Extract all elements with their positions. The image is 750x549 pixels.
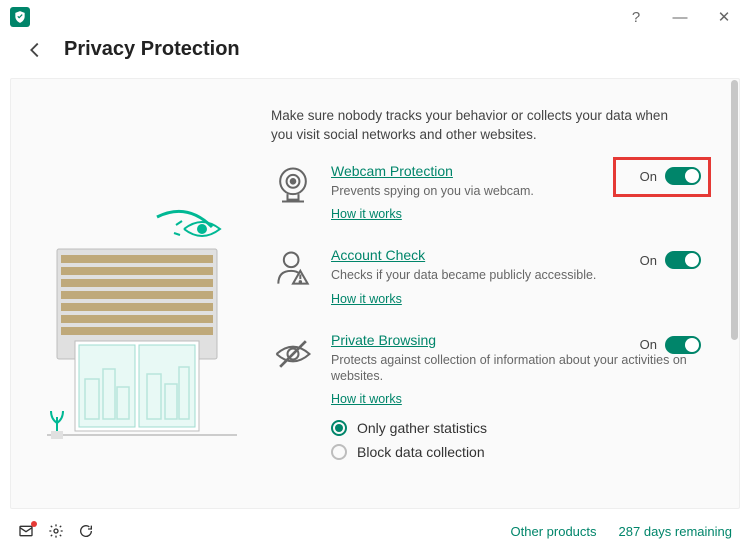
private-browsing-toggle-label: On (640, 337, 657, 352)
account-check-desc: Checks if your data became publicly acce… (331, 267, 709, 283)
page-header: Privacy Protection (0, 34, 750, 79)
webcam-how-it-works-link[interactable]: How it works (331, 207, 402, 221)
features-list: Webcam Protection Prevents spying on you… (271, 163, 709, 468)
account-check-toggle[interactable] (665, 251, 701, 269)
account-check-toggle-group: On (640, 251, 701, 269)
back-arrow-icon[interactable] (24, 39, 46, 61)
page-title: Privacy Protection (64, 38, 240, 61)
account-check-how-link[interactable]: How it works (331, 292, 402, 306)
private-browsing-desc: Protects against collection of informati… (331, 352, 709, 385)
content-panel: Make sure nobody tracks your behavior or… (10, 78, 740, 509)
radio-selected-icon (331, 420, 347, 436)
license-remaining-link[interactable]: 287 days remaining (619, 524, 732, 539)
help-button[interactable]: ? (614, 0, 658, 34)
privacy-illustration (47, 209, 237, 449)
window-controls: ? — ✕ (614, 0, 746, 34)
radio-only-gather-statistics[interactable]: Only gather statistics (331, 420, 709, 436)
footer-bar: Other products 287 days remaining (0, 513, 750, 549)
title-bar: ? — ✕ (0, 0, 750, 34)
private-browsing-toggle-group: On (640, 336, 701, 354)
webcam-toggle[interactable] (665, 167, 701, 185)
minimize-button[interactable]: — (658, 0, 702, 34)
feature-webcam-protection: Webcam Protection Prevents spying on you… (271, 163, 709, 221)
refresh-icon[interactable] (78, 523, 94, 539)
account-check-icon (271, 247, 315, 291)
gear-icon[interactable] (48, 523, 64, 539)
radio-unselected-icon (331, 444, 347, 460)
other-products-link[interactable]: Other products (511, 524, 597, 539)
private-browsing-icon (271, 332, 315, 376)
webcam-icon (271, 163, 315, 207)
radio-label: Block data collection (357, 444, 485, 460)
close-button[interactable]: ✕ (702, 0, 746, 34)
private-browsing-mode-radios: Only gather statistics Block data collec… (331, 420, 709, 460)
scrollbar[interactable] (731, 80, 738, 340)
webcam-toggle-group: On (640, 167, 701, 185)
account-check-toggle-label: On (640, 253, 657, 268)
radio-label: Only gather statistics (357, 420, 487, 436)
webcam-protection-desc: Prevents spying on you via webcam. (331, 183, 709, 199)
radio-block-data-collection[interactable]: Block data collection (331, 444, 709, 460)
app-shield-icon (10, 7, 30, 27)
webcam-toggle-label: On (640, 169, 657, 184)
mail-icon[interactable] (18, 523, 34, 539)
intro-text: Make sure nobody tracks your behavior or… (271, 107, 689, 145)
feature-private-browsing: Private Browsing Protects against collec… (271, 332, 709, 407)
footer-icons (18, 523, 94, 539)
private-browsing-how-link[interactable]: How it works (331, 392, 402, 406)
private-browsing-toggle[interactable] (665, 336, 701, 354)
feature-account-check: Account Check Checks if your data became… (271, 247, 709, 305)
